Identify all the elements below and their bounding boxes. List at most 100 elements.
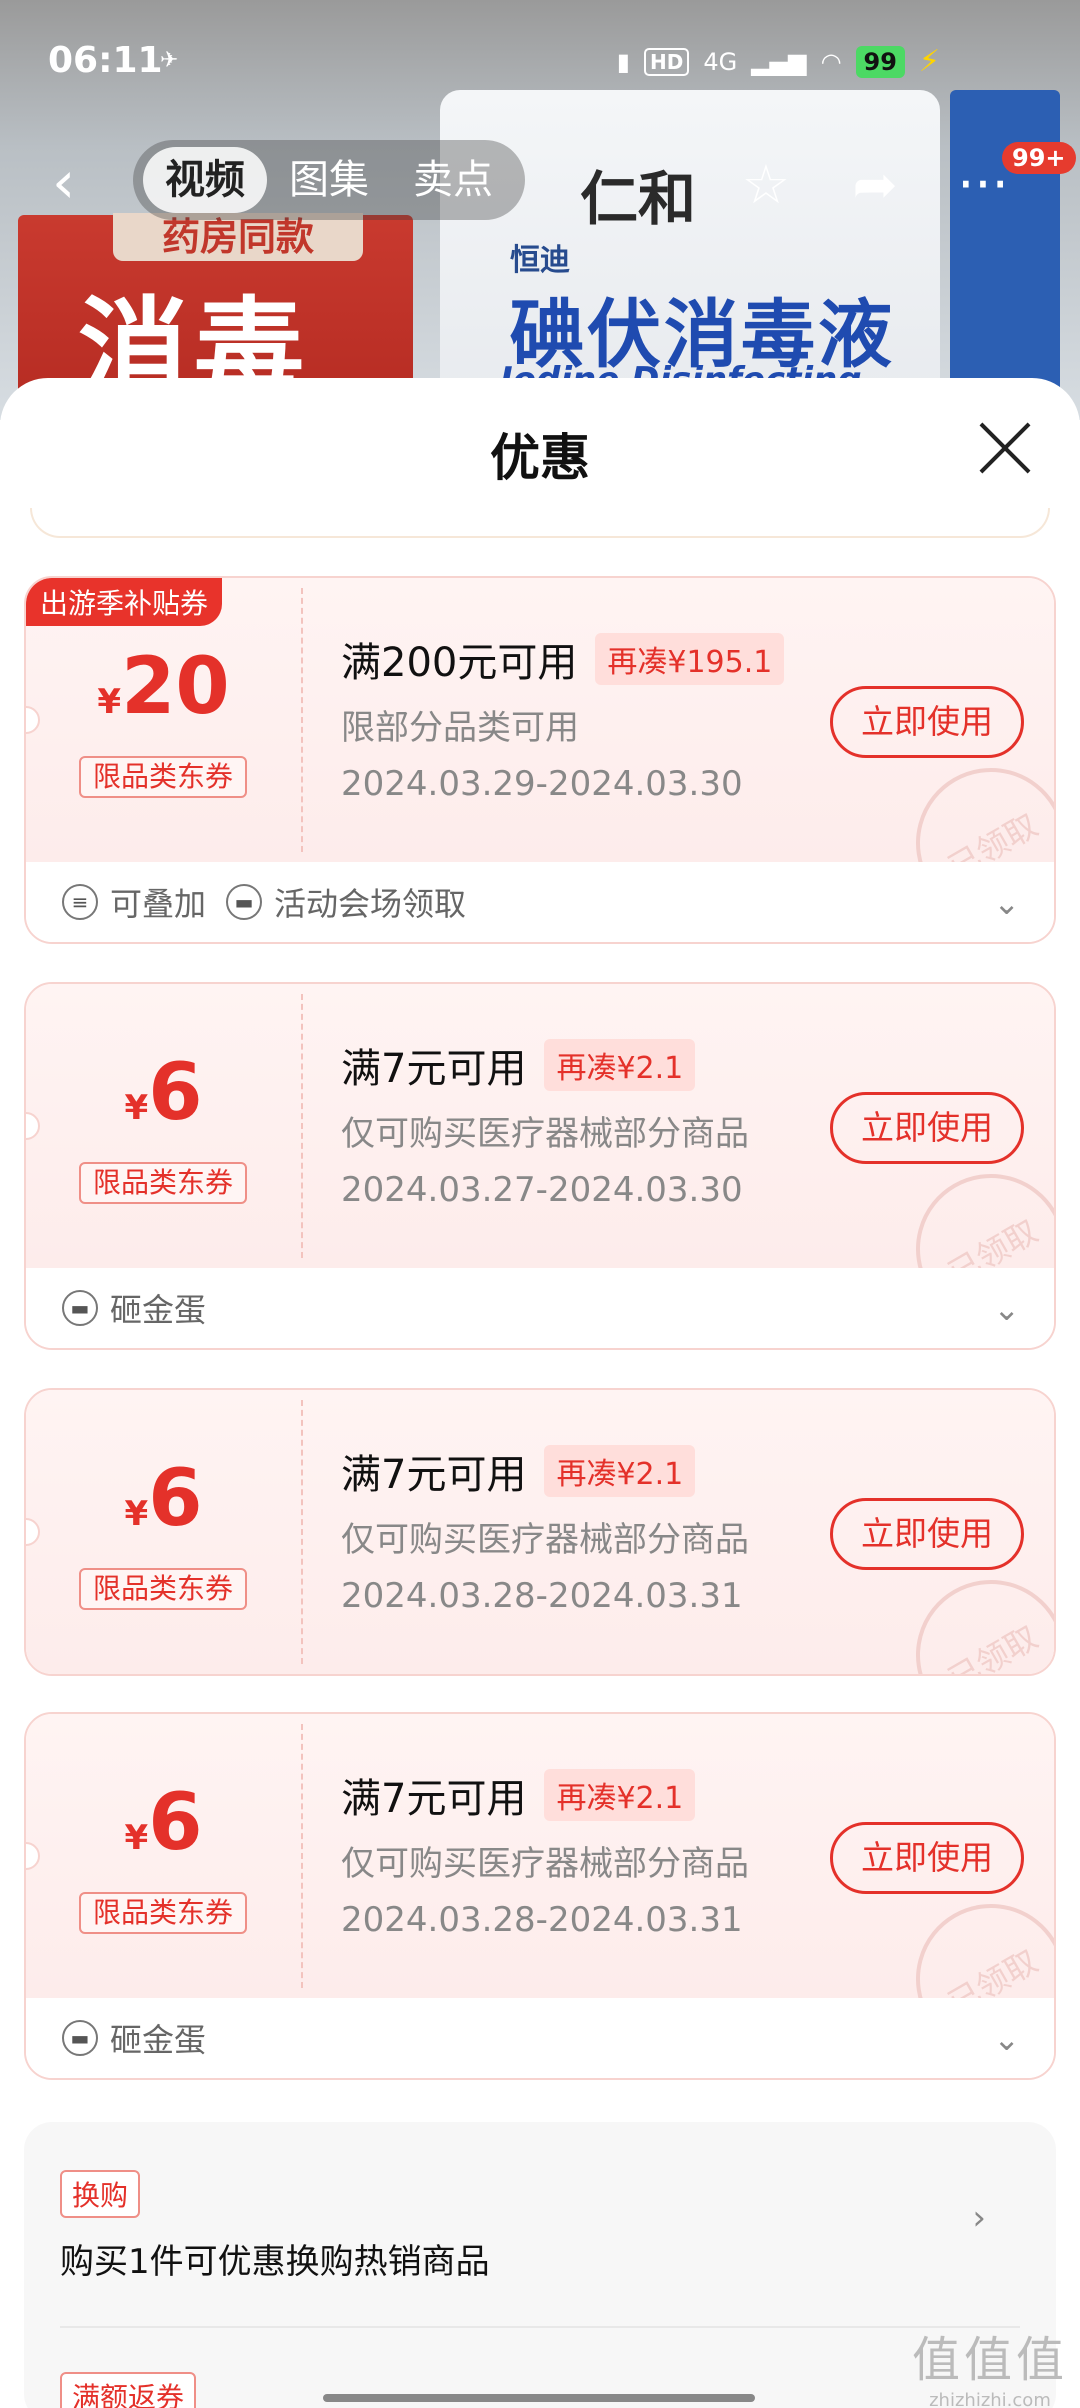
more-badge: 99+ [1002,142,1076,174]
media-tabs: 视频 图集 卖点 [133,140,525,220]
stack-icon: ≡ [62,884,98,920]
hd-icon: HD [643,47,690,76]
coupon-date: 2024.03.29-2024.03.30 [341,764,743,804]
chevron-down-icon[interactable]: ⌄ [993,884,1020,922]
coupon-gap: 再凑¥2.1 [544,1445,696,1497]
chevron-right-icon[interactable]: › [972,2198,986,2238]
coupon-amount: ¥6 [26,1454,301,1544]
currency-symbol: ¥ [124,1088,149,1128]
coupon-value-area: ¥6 限品类东券 [26,984,301,1268]
promo-tag-rebate: 满额返券 [60,2372,197,2408]
ticket-icon: ▬ [62,2020,98,2056]
network-label: 4G [703,47,738,76]
coupon-category: 限品类东券 [79,1162,247,1204]
coupon-scope: 限部分品类可用 [341,708,579,748]
feature-label: 砸金蛋 [110,1291,207,1329]
coupon-card: ¥6 限品类东券 满7元可用 再凑¥2.1 仅可购买医疗器械部分商品 2024.… [24,982,1056,1350]
use-now-button[interactable]: 立即使用 [830,1822,1024,1894]
coupon-divider [301,1724,303,1988]
star-icon[interactable]: ☆ [733,152,799,218]
sub-brand: 恒迪 [510,243,570,278]
coupon-category: 限品类东券 [79,1568,247,1610]
watermark-url: zhizhizhi.com [929,2390,1051,2408]
feature-stackable: ≡ 可叠加 [62,879,206,925]
use-now-button[interactable]: 立即使用 [830,686,1024,758]
share-icon[interactable]: ➦ [842,152,908,218]
coupon-scope: 仅可购买医疗器械部分商品 [341,1844,749,1884]
coupon-card: ¥6 限品类东券 满7元可用 再凑¥2.1 仅可购买医疗器械部分商品 2024.… [24,1712,1056,2080]
coupon-body: ¥6 限品类东券 满7元可用 再凑¥2.1 仅可购买医疗器械部分商品 2024.… [26,1390,1054,1674]
coupon-condition-row: 满200元可用 再凑¥195.1 [341,630,785,688]
battery-icon: 99 [855,45,905,78]
coupon-divider [301,1400,303,1664]
coupon-date: 2024.03.28-2024.03.31 [341,1900,743,1940]
chevron-down-icon[interactable]: ⌄ [993,1290,1020,1328]
coupon-condition: 满7元可用 [341,1776,527,1822]
tab-video[interactable]: 视频 [143,147,267,213]
coupon-footer[interactable]: ▬ 砸金蛋 ⌄ [26,1268,1054,1348]
feature-label: 可叠加 [110,885,207,923]
tab-selling-points[interactable]: 卖点 [391,147,515,213]
top-nav: ‹ 视频 图集 卖点 ☆ ➦ ··· 99+ [0,138,1080,228]
feature-venue: ▬ 活动会场领取 [226,879,466,925]
promo-divider [60,2326,1020,2328]
coupon-footer[interactable]: ≡ 可叠加 ▬ 活动会场领取 ⌄ [26,862,1054,942]
watermark: 值值值 zhizhizhi.com [912,2320,1068,2408]
coupon-amount: ¥6 [26,1778,301,1868]
feature-golden-egg: ▬ 砸金蛋 [62,1285,206,1331]
tab-gallery[interactable]: 图集 [267,147,391,213]
ticket-icon: ▬ [62,1290,98,1326]
use-now-button[interactable]: 立即使用 [830,1498,1024,1570]
coupon-sheet: 优惠 出游季补贴券 ¥20 限品类东券 满200元可用 再凑¥195.1 限部分… [0,378,1080,2408]
amount-value: 6 [148,1778,203,1868]
notification-icon: ✈ [160,48,179,73]
vibrate-icon: ▮ [616,47,630,76]
close-icon[interactable] [975,418,1035,478]
coupon-body: ¥6 限品类东券 满7元可用 再凑¥2.1 仅可购买医疗器械部分商品 2024.… [26,984,1054,1348]
promo-description: 购买1件可优惠换购热销商品 [60,2242,490,2282]
home-indicator[interactable] [323,2394,755,2402]
back-icon[interactable]: ‹ [52,152,102,212]
promo-card[interactable]: 换购 购买1件可优惠换购热销商品 › 满额返券 [24,2122,1056,2408]
amount-value: 20 [121,642,230,732]
coupon-scope: 仅可购买医疗器械部分商品 [341,1520,749,1560]
signal-icon: ▂▄▆ [751,47,807,76]
feature-golden-egg: ▬ 砸金蛋 [62,2015,206,2061]
coupon-gap: 再凑¥2.1 [544,1769,696,1821]
charging-icon: ⚡ [918,44,940,79]
status-time: 06:11 [48,40,163,81]
currency-symbol: ¥ [97,682,122,722]
coupon-date: 2024.03.27-2024.03.30 [341,1170,743,1210]
status-icons: ▮ HD 4G ▂▄▆ ◠ 99 ⚡ [617,44,940,79]
coupon-condition: 满7元可用 [341,1452,527,1498]
coupon-condition: 满7元可用 [341,1046,527,1092]
coupon-condition-row: 满7元可用 再凑¥2.1 [341,1036,696,1094]
chevron-down-icon[interactable]: ⌄ [993,2020,1020,2058]
promo-tag: 换购 [60,2170,141,2218]
coupon-condition-row: 满7元可用 再凑¥2.1 [341,1442,696,1500]
coupon-divider [301,994,303,1258]
feature-label: 砸金蛋 [110,2021,207,2059]
coupon-body: 出游季补贴券 ¥20 限品类东券 满200元可用 再凑¥195.1 限部分品类可… [26,578,1054,942]
coupon-gap: 再凑¥195.1 [595,633,785,685]
coupon-value-area: ¥6 限品类东券 [26,1714,301,1998]
coupon-date: 2024.03.28-2024.03.31 [341,1576,743,1616]
coupon-footer[interactable]: ▬ 砸金蛋 ⌄ [26,1998,1054,2078]
sheet-title: 优惠 [490,429,590,487]
coupon-amount: ¥6 [26,1048,301,1138]
amount-value: 6 [148,1454,203,1544]
coupon-card: 出游季补贴券 ¥20 限品类东券 满200元可用 再凑¥195.1 限部分品类可… [24,576,1056,944]
feature-label: 活动会场领取 [274,885,467,923]
status-bar: 06:11 ✈ ▮ HD 4G ▂▄▆ ◠ 99 ⚡ [0,0,1080,130]
claimed-stamp: 已领取 [888,1552,1054,1674]
coupon-condition: 满200元可用 [341,640,578,686]
coupon-value-area: ¥6 限品类东券 [26,1390,301,1674]
coupon-category: 限品类东券 [79,756,247,798]
wifi-icon: ◠ [820,47,842,76]
coupon-body: ¥6 限品类东券 满7元可用 再凑¥2.1 仅可购买医疗器械部分商品 2024.… [26,1714,1054,2078]
use-now-button[interactable]: 立即使用 [830,1092,1024,1164]
watermark-logo: 值值值 [911,2332,1068,2388]
coupon-amount: ¥20 [26,642,301,732]
previous-card-edge [30,508,1050,538]
coupon-category: 限品类东券 [79,1892,247,1934]
